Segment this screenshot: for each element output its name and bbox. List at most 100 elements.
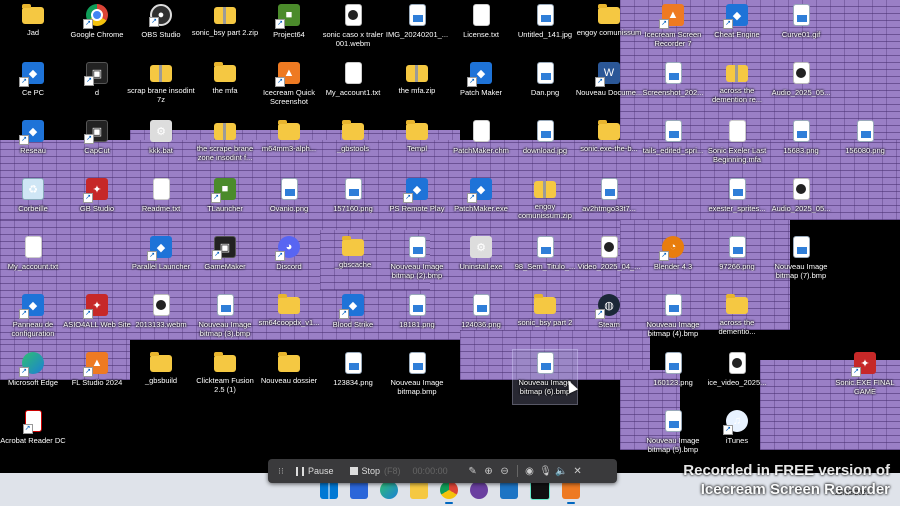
desktop-icon[interactable]: ⚙ Uninstall.exe: [449, 234, 513, 288]
desktop-icon[interactable]: Nouveau dossier: [257, 350, 321, 404]
desktop-icon[interactable]: across the dementio...: [705, 292, 769, 346]
zoom-in-icon[interactable]: ⊕: [481, 466, 497, 477]
desktop-icon[interactable]: ■Project64: [257, 2, 321, 56]
desktop-icon[interactable]: ◕Discord: [257, 234, 321, 288]
desktop-icon[interactable]: 18181.png: [385, 292, 449, 346]
desktop-icon[interactable]: ▣d: [65, 60, 129, 114]
desktop-icon[interactable]: Nouveau Image bitmap (7).bmp: [769, 234, 833, 288]
desktop-icon[interactable]: ▣ GameMaker: [193, 234, 257, 288]
close-icon[interactable]: ✕: [570, 466, 586, 477]
desktop-icon[interactable]: across the demention re...: [705, 60, 769, 114]
desktop-icon[interactable]: Screenshot_202...: [641, 60, 705, 114]
desktop-icon[interactable]: ▲Icecream Quick Screenshot: [257, 60, 321, 114]
desktop-icon[interactable]: My_account1.txt: [321, 60, 385, 114]
desktop-icon[interactable]: 2013133.webm: [129, 292, 193, 346]
desktop-icon[interactable]: ◆Blood Strike: [321, 292, 385, 346]
desktop-icon[interactable]: scrap brane insodint 7z: [127, 60, 195, 114]
zoom-out-icon[interactable]: ⊖: [497, 466, 513, 477]
microphone-muted-icon[interactable]: 🎙: [538, 466, 554, 477]
desktop-icon[interactable]: Sonic Exeler Last Beginning.mfa: [705, 118, 769, 172]
desktop-icon[interactable]: av2htmgo33t7...: [577, 176, 641, 230]
drag-handle-icon[interactable]: ⁝⁝: [274, 466, 288, 477]
desktop-icon[interactable]: ● OBS Studio: [129, 2, 193, 56]
desktop-icon[interactable]: the mfa: [193, 60, 257, 114]
desktop-icon[interactable]: ✦Sonic.EXE FINAL GAME: [833, 350, 897, 404]
desktop-icon[interactable]: ◆Patch Maker: [449, 60, 513, 114]
desktop-icon[interactable]: Curve01.gif: [769, 2, 833, 56]
desktop-icon[interactable]: My_account.txt: [1, 234, 65, 288]
desktop-icon[interactable]: 157160.png: [321, 176, 385, 230]
desktop-icon[interactable]: ◆PatchMaker.exe: [449, 176, 513, 230]
desktop-icon[interactable]: 123834.png: [321, 350, 385, 404]
desktop-icon[interactable]: Nouveau Image bitmap (3).bmp: [193, 292, 257, 346]
desktop-icon[interactable]: m64mm3-alph...: [257, 118, 321, 172]
desktop-icon[interactable]: _gbsbuild: [129, 350, 193, 404]
desktop-icon[interactable]: Dan.png: [513, 60, 577, 114]
desktop-icon[interactable]: Templ: [385, 118, 449, 172]
desktop-icon[interactable]: License.txt: [449, 2, 513, 56]
desktop-icon[interactable]: ⚙ kkk.bat: [129, 118, 193, 172]
desktop-icon[interactable]: ▣ CapCut: [65, 118, 129, 172]
desktop-icon[interactable]: Audio_2025_05...: [769, 60, 833, 114]
pause-button[interactable]: Pause: [288, 459, 342, 483]
desktop-icon[interactable]: Nouveau Image bitmap (6).bmp: [512, 349, 578, 405]
desktop-icon[interactable]: _gbstools: [321, 118, 385, 172]
desktop-icon[interactable]: engoy comunissum: [577, 2, 641, 56]
desktop-icon[interactable]: sonic.exe-the-b...: [577, 118, 641, 172]
desktop-icon[interactable]: Video_2025_04_...: [577, 234, 641, 288]
desktop-icon[interactable]: Readme.txt: [129, 176, 193, 230]
desktop-icon[interactable]: sonic_bsy part 2: [513, 292, 577, 346]
chrome-taskbar-icon[interactable]: [440, 480, 458, 504]
desktop-icon[interactable]: Untitled_141.jpg: [513, 2, 577, 56]
desktop-icon[interactable]: ▲Icecream Screen Recorder 7: [641, 2, 705, 56]
desktop-icon[interactable]: ✦GB Studio: [65, 176, 129, 230]
desktop-icon[interactable]: sm64coopdx_v1...: [257, 292, 321, 346]
desktop-icon[interactable]: tails_edited_spri...: [641, 118, 705, 172]
desktop-icon[interactable]: IMG_20240201_...: [385, 2, 449, 56]
desktop-icon[interactable]: 98_Sem_Titulo_...: [513, 234, 577, 288]
desktop-icon[interactable]: the mfa.zip: [385, 60, 449, 114]
desktop-icon[interactable]: Clickteam Fusion 2.5 (1): [193, 350, 257, 404]
desktop-icon[interactable]: 97266.png: [705, 234, 769, 288]
desktop-icon[interactable]: Nouveau Image bitmap.bmp: [385, 350, 449, 404]
solitaire-icon[interactable]: [500, 480, 518, 499]
desktop-icon[interactable]: ◆Parallel Launcher: [129, 234, 193, 288]
desktop-icon[interactable]: _gbscache: [321, 234, 385, 288]
desktop-icon[interactable]: ice_video_2025...: [705, 350, 769, 404]
desktop-icon[interactable]: ✦ASIO4ALL Web Site: [63, 292, 131, 346]
desktop-icon[interactable]: sonic_bsy part 2.zip: [192, 2, 258, 56]
windows-start-icon[interactable]: [320, 480, 338, 499]
desktop-icon[interactable]: 160123.png: [641, 350, 705, 404]
desktop-icon[interactable]: 15683.png: [769, 118, 833, 172]
desktop-icon[interactable]: ◆Cheat Engine: [705, 2, 769, 56]
desktop-icon[interactable]: ◆Panneau de configuration: [1, 292, 65, 346]
desktop-icon[interactable]: Nouveau Image bitmap (5).bmp: [641, 408, 705, 462]
draw-pen-icon[interactable]: ✎: [465, 466, 481, 477]
desktop-icon[interactable]: Jad: [1, 2, 65, 56]
desktop-icon[interactable]: download.jpg: [513, 118, 577, 172]
icecream-taskbar-icon[interactable]: [562, 480, 580, 504]
desktop-icon[interactable]: Audio_2025_05...: [769, 176, 833, 230]
desktop-icon[interactable]: A Acrobat Reader DC: [0, 408, 66, 462]
desktop-icon[interactable]: ■TLauncher: [193, 176, 257, 230]
desktop-icon[interactable]: ♫iTunes: [705, 408, 769, 462]
stop-button[interactable]: Stop (F8): [342, 459, 409, 483]
desktop-icon[interactable]: ◔Blender 4.3: [641, 234, 705, 288]
desktop-icon[interactable]: Google Chrome: [65, 2, 129, 56]
desktop-icon[interactable]: sonic caso x traler 001.webm: [321, 2, 385, 56]
desktop-icon[interactable]: ▲FL Studio 2024: [65, 350, 129, 404]
desktop-icon[interactable]: 156080.png: [833, 118, 897, 172]
desktop-icon[interactable]: exester_sprites...: [705, 176, 769, 230]
desktop-icon[interactable]: ♻ Corbeille: [1, 176, 65, 230]
desktop-icon[interactable]: ◆Ce PC: [1, 60, 65, 114]
desktop-icon[interactable]: Ovanio.png: [257, 176, 321, 230]
desktop-icon[interactable]: PatchMaker.chm: [449, 118, 513, 172]
speaker-icon[interactable]: 🔈: [554, 466, 570, 477]
edge-taskbar-icon[interactable]: [380, 480, 398, 499]
desktop-icon[interactable]: WNouveau Docume...: [576, 60, 642, 114]
desktop-icon[interactable]: the scrape brane zone insodint f...: [193, 118, 257, 172]
desktop-icon[interactable]: Nouveau Image bitmap (4).bmp: [641, 292, 705, 346]
desktop-icon[interactable]: engoy comunissum.zip: [513, 176, 577, 230]
desktop-icon[interactable]: ◆PS Remote Play: [385, 176, 449, 230]
store-icon[interactable]: [350, 480, 368, 499]
